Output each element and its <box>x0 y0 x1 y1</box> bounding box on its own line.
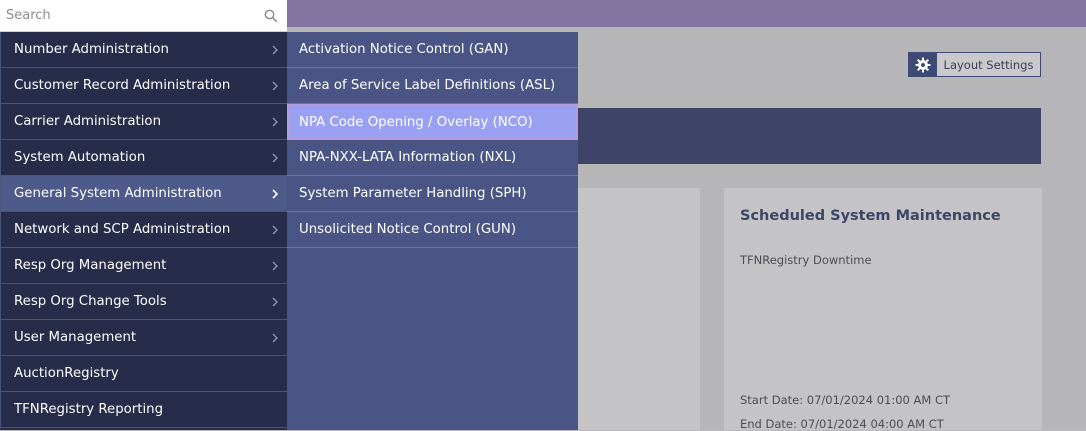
submenu-item-asl[interactable]: Area of Service Label Definitions (ASL) <box>287 68 578 104</box>
search-box <box>0 0 287 32</box>
submenu-item-label: System Parameter Handling (SPH) <box>299 186 527 201</box>
chevron-right-icon <box>272 225 278 235</box>
search-input[interactable] <box>0 0 256 30</box>
chevron-right-icon <box>272 297 278 307</box>
chevron-right-icon <box>272 261 278 271</box>
search-icon[interactable] <box>264 8 278 23</box>
menu-item-label: General System Administration <box>14 186 222 201</box>
menu-item-general-system-administration[interactable]: General System Administration <box>0 176 287 212</box>
chevron-right-icon <box>272 189 279 199</box>
chevron-right-icon <box>272 117 278 127</box>
gear-icon <box>909 53 937 76</box>
menu-item-label: AuctionRegistry <box>14 366 119 381</box>
submenu-item-label: Area of Service Label Definitions (ASL) <box>299 78 556 93</box>
menu-item-label: Network and SCP Administration <box>14 222 231 237</box>
maintenance-title: Scheduled System Maintenance <box>740 208 1001 224</box>
menu-item-tfnregistry-reporting[interactable]: TFNRegistry Reporting <box>0 392 287 428</box>
submenu-item-gan[interactable]: Activation Notice Control (GAN) <box>287 32 578 68</box>
general-system-administration-submenu: Activation Notice Control (GAN) Area of … <box>287 32 578 430</box>
menu-item-label: User Management <box>14 330 137 345</box>
menu-item-user-management[interactable]: User Management <box>0 320 287 356</box>
submenu-item-nco[interactable]: NPA Code Opening / Overlay (NCO) <box>287 104 578 140</box>
maintenance-card: Scheduled System Maintenance TFNRegistry… <box>724 188 1042 431</box>
submenu-item-label: NPA-NXX-LATA Information (NXL) <box>299 150 517 165</box>
submenu-item-label: Unsolicited Notice Control (GUN) <box>299 222 517 237</box>
chevron-right-icon <box>272 45 278 55</box>
dashboard-banner <box>578 108 1041 164</box>
submenu-item-gun[interactable]: Unsolicited Notice Control (GUN) <box>287 212 578 248</box>
menu-item-carrier-administration[interactable]: Carrier Administration <box>0 104 287 140</box>
submenu-item-nxl[interactable]: NPA-NXX-LATA Information (NXL) <box>287 140 578 176</box>
maintenance-start-date: Start Date: 07/01/2024 01:00 AM CT <box>740 393 950 407</box>
menu-item-resp-org-management[interactable]: Resp Org Management <box>0 248 287 284</box>
menu-item-auction-registry[interactable]: AuctionRegistry <box>0 356 287 392</box>
menu-item-label: Customer Record Administration <box>14 78 231 93</box>
main-menu: Number Administration Customer Record Ad… <box>0 32 287 430</box>
submenu-item-label: Activation Notice Control (GAN) <box>299 42 509 57</box>
maintenance-end-date: End Date: 07/01/2024 04:00 AM CT <box>740 417 944 431</box>
chevron-right-icon <box>272 81 278 91</box>
chevron-right-icon <box>272 333 278 343</box>
menu-item-resp-org-change-tools[interactable]: Resp Org Change Tools <box>0 284 287 320</box>
menu-item-label: Resp Org Change Tools <box>14 294 167 309</box>
menu-item-number-administration[interactable]: Number Administration <box>0 32 287 68</box>
submenu-item-label: NPA Code Opening / Overlay (NCO) <box>299 114 533 130</box>
menu-item-label: System Automation <box>14 150 146 165</box>
menu-item-label: Resp Org Management <box>14 258 167 273</box>
submenu-item-sph[interactable]: System Parameter Handling (SPH) <box>287 176 578 212</box>
dashboard-card <box>578 188 700 430</box>
chevron-right-icon <box>272 153 278 163</box>
layout-settings-button[interactable]: Layout Settings <box>908 52 1041 77</box>
menu-item-label: TFNRegistry Reporting <box>14 402 164 417</box>
layout-settings-label: Layout Settings <box>943 57 1034 72</box>
maintenance-subtitle: TFNRegistry Downtime <box>740 253 872 267</box>
menu-item-label: Number Administration <box>14 42 169 57</box>
menu-item-network-scp-administration[interactable]: Network and SCP Administration <box>0 212 287 248</box>
menu-item-label: Carrier Administration <box>14 114 161 129</box>
menu-item-customer-record-administration[interactable]: Customer Record Administration <box>0 68 287 104</box>
menu-item-system-automation[interactable]: System Automation <box>0 140 287 176</box>
